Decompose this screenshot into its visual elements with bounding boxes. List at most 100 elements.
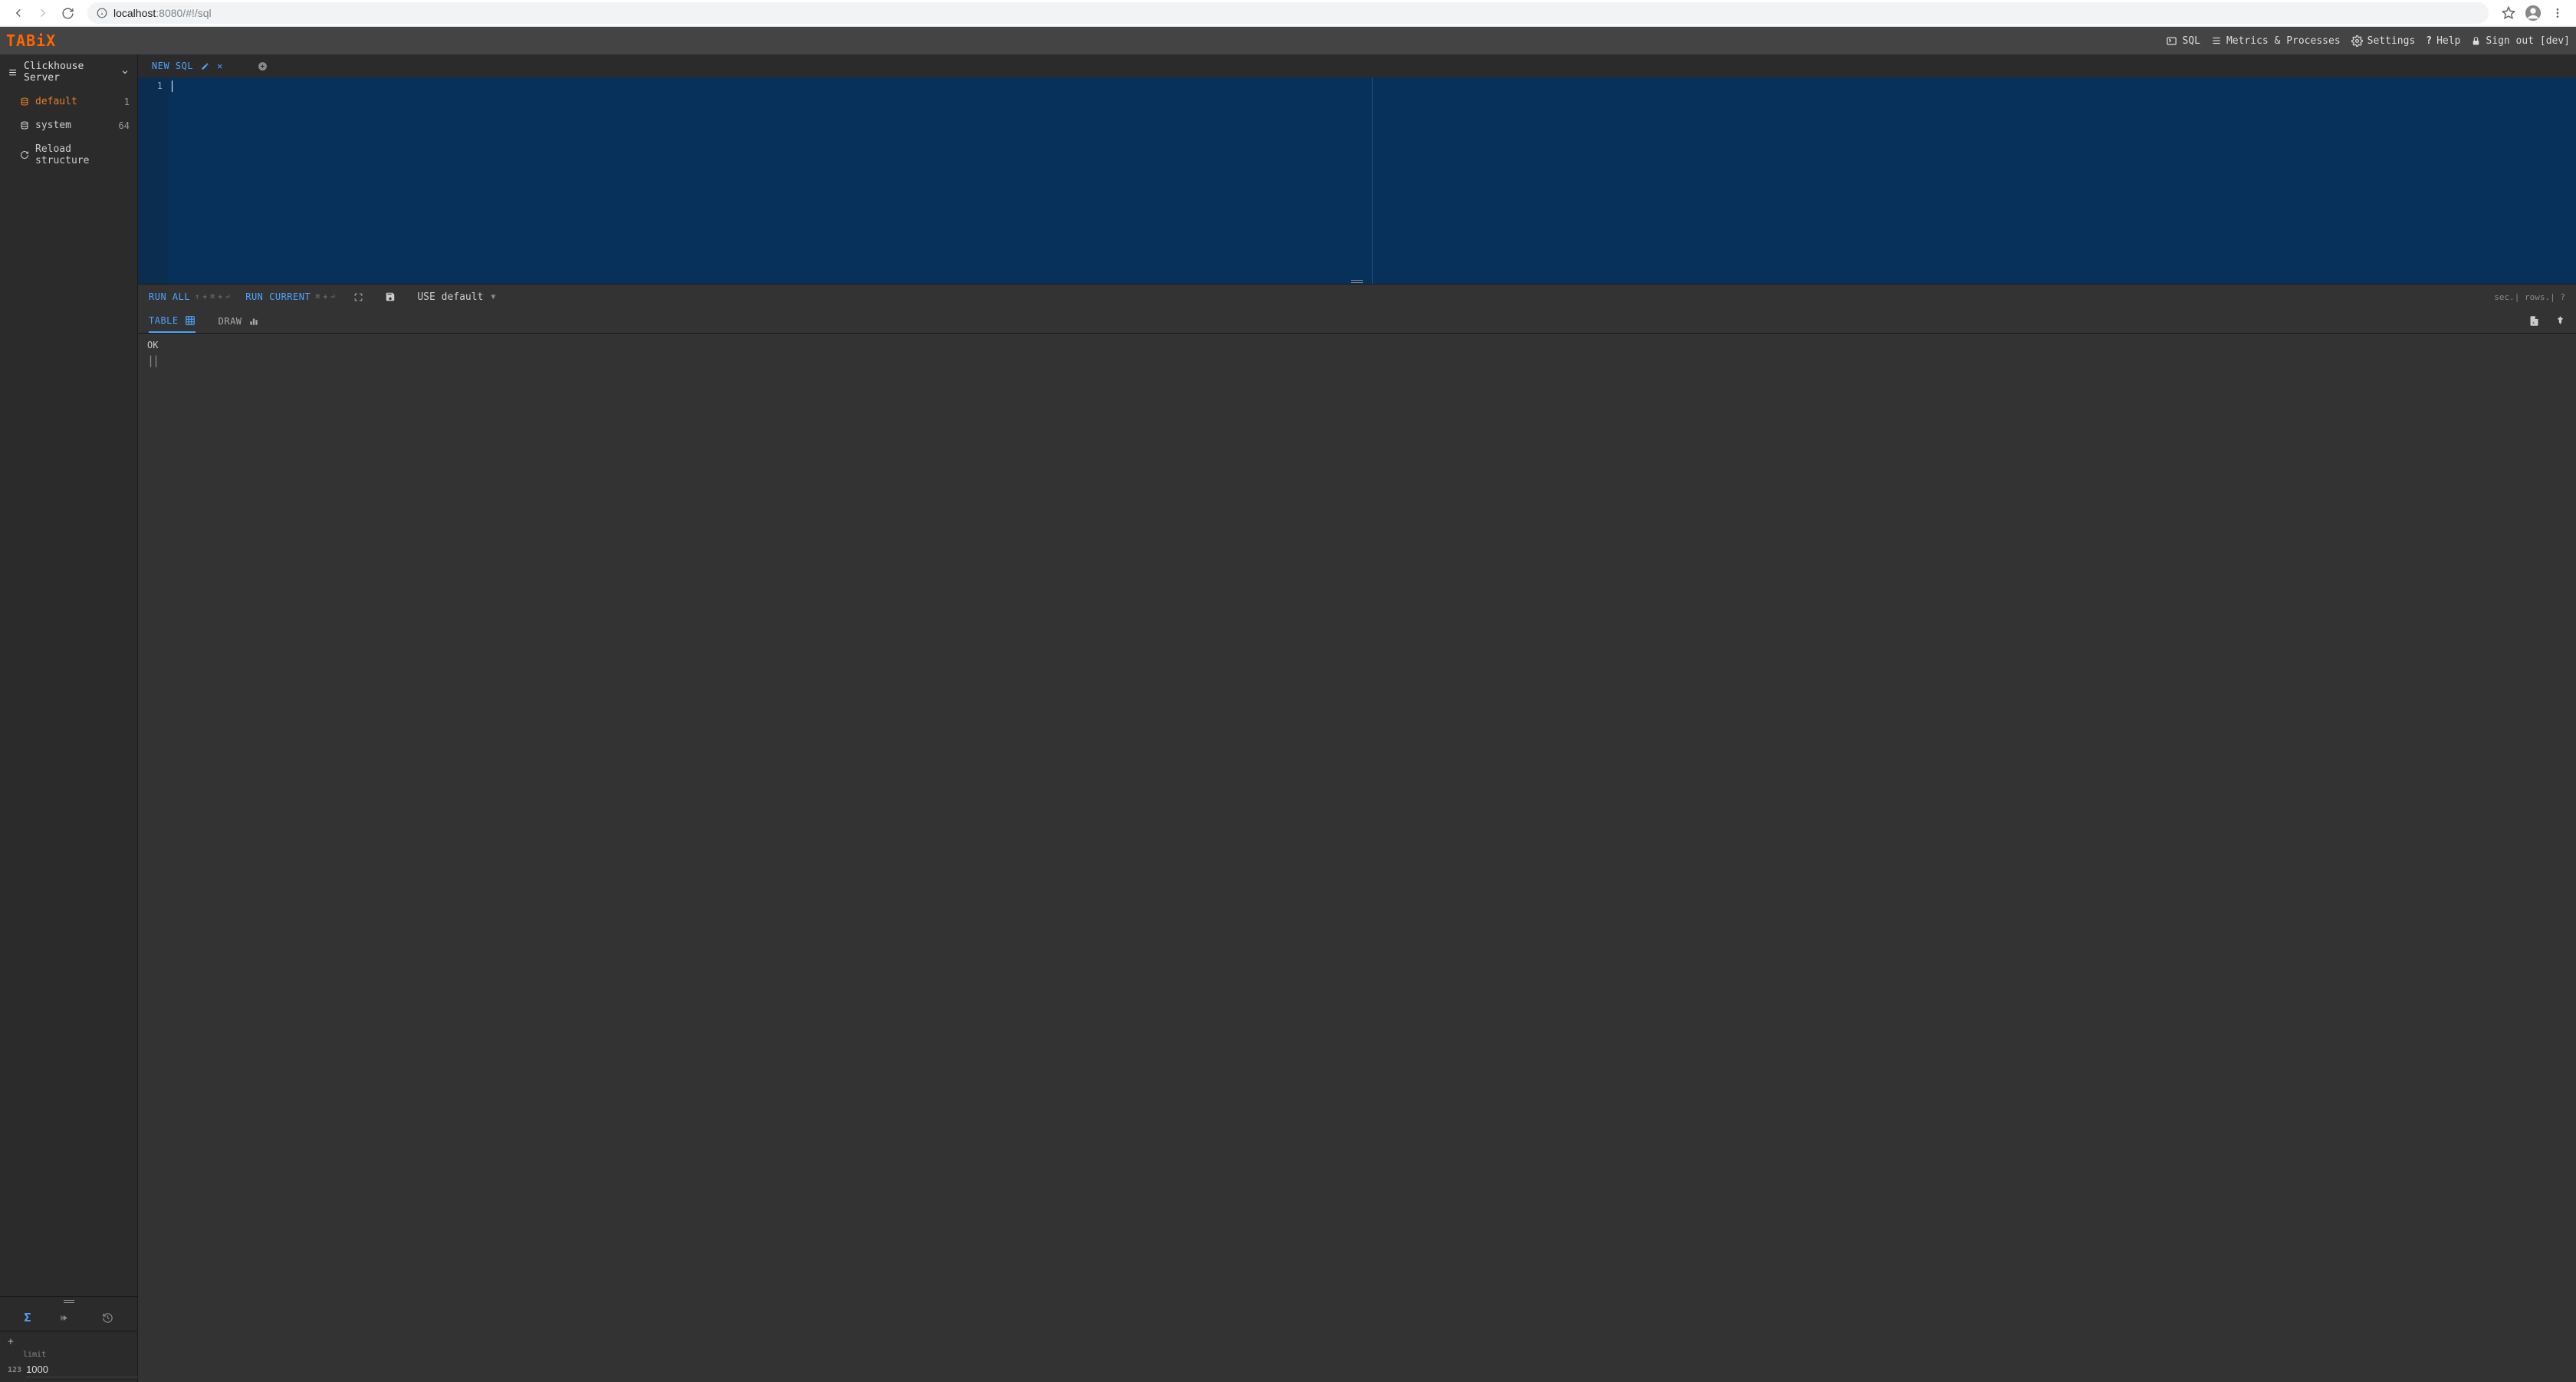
database-icon — [20, 97, 29, 107]
history-icon[interactable] — [102, 1312, 113, 1324]
gear-icon — [2351, 35, 2363, 47]
result-cursor: || — [147, 354, 2567, 367]
result-pane: OK || — [138, 334, 2576, 1382]
app-body: Clickhouse Server default 1 — [0, 54, 2576, 1382]
sidebar-add[interactable]: + — [0, 1333, 137, 1351]
forward-button[interactable] — [32, 2, 54, 24]
run-current-button[interactable]: RUN CURRENT — [245, 291, 310, 302]
main: NEW SQL ✕ 1 — [138, 54, 2576, 1382]
refresh-icon — [20, 150, 29, 160]
sidebar-bottom: Σ + limit 123 — [0, 1296, 137, 1382]
close-icon[interactable]: ✕ — [217, 61, 222, 71]
lock-icon — [2471, 36, 2481, 46]
nav-settings-label: Settings — [2367, 35, 2416, 47]
browser-chrome: localhost:8080/#!/sql — [0, 0, 2576, 27]
help-icon: ? — [2426, 35, 2432, 47]
url-bar[interactable]: localhost:8080/#!/sql — [87, 2, 2489, 24]
result-tab-table-label: TABLE — [149, 315, 179, 326]
reload-button[interactable] — [57, 2, 78, 24]
result-tab-draw[interactable]: DRAW — [219, 316, 259, 327]
tab-bar: NEW SQL ✕ — [138, 54, 2576, 77]
grid-icon — [185, 315, 196, 326]
nav-sql[interactable]: SQL — [2166, 35, 2200, 47]
database-selector[interactable]: USE default ▼ — [417, 291, 495, 303]
num-badge: 123 — [8, 1366, 21, 1374]
url-text: localhost:8080/#!/sql — [113, 7, 212, 19]
header-nav: SQL Metrics & Processes Settings ? Help — [2166, 35, 2570, 47]
line-number: 1 — [141, 81, 163, 91]
command-icon[interactable]: ⌘ — [210, 293, 215, 301]
sql-editor[interactable]: 1 — [138, 77, 2576, 285]
database-selector-label: USE default — [417, 291, 483, 303]
sidebar-server-label: Clickhouse Server — [24, 61, 114, 84]
info-icon — [97, 8, 107, 18]
enter-icon[interactable]: ⏎ — [330, 293, 335, 301]
tab-add[interactable] — [258, 61, 268, 71]
tab-label: NEW SQL — [152, 61, 193, 71]
plus-icon[interactable]: + — [202, 293, 207, 301]
nav-help-label: Help — [2436, 35, 2460, 47]
tag-icon[interactable] — [61, 1312, 72, 1324]
sidebar-db-system[interactable]: system 64 — [0, 114, 137, 137]
star-icon[interactable] — [2498, 2, 2519, 24]
nav-signout[interactable]: Sign out [dev] — [2471, 35, 2570, 47]
sidebar-drag-handle[interactable] — [0, 1297, 137, 1306]
limit-label: limit — [0, 1351, 137, 1361]
nav-signout-label: Sign out [dev] — [2486, 35, 2570, 47]
run-all-group: RUN ALL ↑ + ⌘ + ⏎ — [149, 291, 230, 302]
sidebar: Clickhouse Server default 1 — [0, 54, 138, 1382]
sigma-icon[interactable]: Σ — [24, 1311, 31, 1324]
plus-icon[interactable]: + — [323, 293, 327, 301]
nav-metrics-label: Metrics & Processes — [2226, 35, 2341, 47]
sql-icon — [2166, 35, 2177, 47]
pane-resize-handle[interactable] — [1351, 280, 1363, 283]
nav-metrics[interactable]: Metrics & Processes — [2211, 35, 2341, 47]
sidebar-db-default[interactable]: default 1 — [0, 90, 137, 114]
run-bar: RUN ALL ↑ + ⌘ + ⏎ RUN CURRENT ⌘ + ⏎ — [138, 285, 2576, 309]
profile-icon[interactable] — [2522, 2, 2544, 24]
pencil-icon[interactable] — [201, 62, 209, 71]
sidebar-server[interactable]: Clickhouse Server — [0, 54, 137, 90]
export-icon[interactable]: x — [2528, 315, 2540, 327]
editor-gutter: 1 — [138, 77, 169, 284]
db-name: default — [35, 96, 77, 107]
nav-sql-label: SQL — [2182, 35, 2200, 47]
app-header: TABiX SQL Metrics & Processes Settings — [0, 27, 2576, 54]
result-tab-table[interactable]: TABLE — [149, 309, 196, 333]
result-tabs: TABLE DRAW x — [138, 309, 2576, 334]
nav-settings[interactable]: Settings — [2351, 35, 2416, 47]
db-name: system — [35, 120, 71, 131]
save-icon[interactable] — [385, 291, 396, 302]
nav-help[interactable]: ? Help — [2426, 35, 2460, 47]
arrow-up-icon[interactable]: ↑ — [195, 293, 199, 301]
kebab-menu-icon[interactable] — [2547, 2, 2568, 24]
enter-icon[interactable]: ⏎ — [225, 293, 230, 301]
app: TABiX SQL Metrics & Processes Settings — [0, 27, 2576, 1382]
sidebar-reload-label: Reload structure — [35, 143, 130, 166]
db-count: 1 — [124, 97, 130, 107]
menu-icon — [8, 67, 18, 77]
command-icon[interactable]: ⌘ — [315, 293, 320, 301]
chevron-down-icon — [120, 67, 130, 77]
svg-text:x: x — [2532, 321, 2535, 325]
run-current-group: RUN CURRENT ⌘ + ⏎ — [245, 291, 335, 302]
run-all-button[interactable]: RUN ALL — [149, 291, 190, 302]
sidebar-tree: Clickhouse Server default 1 — [0, 54, 137, 1296]
fullscreen-icon[interactable] — [353, 292, 363, 302]
editor-margin-line — [1372, 77, 1373, 284]
list-icon — [2211, 35, 2222, 46]
pin-icon[interactable] — [2555, 315, 2565, 327]
sidebar-reload[interactable]: Reload structure — [0, 137, 137, 173]
db-count: 64 — [119, 120, 130, 131]
run-stats: sec.| rows.| ? — [2494, 292, 2565, 302]
logo: TABiX — [6, 31, 56, 50]
back-button[interactable] — [8, 2, 29, 24]
plus-icon[interactable]: + — [218, 293, 222, 301]
caret-down-icon: ▼ — [491, 293, 495, 301]
result-tab-draw-label: DRAW — [219, 316, 242, 327]
chart-bar-icon — [248, 316, 259, 327]
result-status: OK — [147, 340, 2567, 350]
database-icon — [20, 121, 29, 130]
editor-textarea[interactable] — [169, 77, 2576, 284]
tab-new-sql[interactable]: NEW SQL ✕ — [146, 58, 228, 74]
